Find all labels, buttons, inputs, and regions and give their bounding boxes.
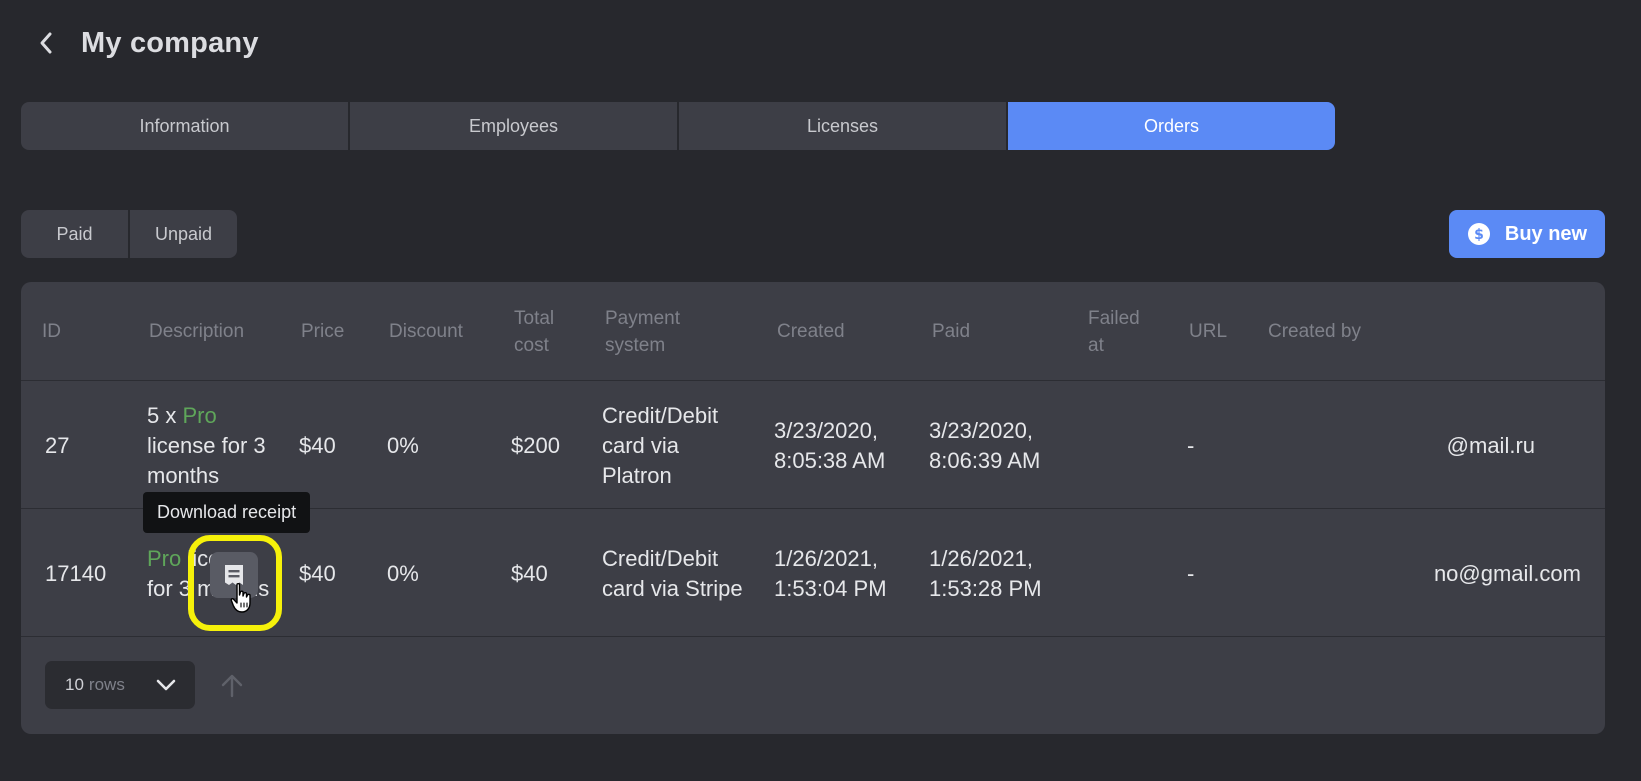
column-created-by: Created by <box>1268 321 1361 342</box>
order-discount: 0% <box>387 560 419 586</box>
order-created-by: @mail.ru <box>1446 432 1535 458</box>
order-url: - <box>1187 432 1195 458</box>
product-name: Pro <box>182 402 217 428</box>
column-total-cost: Total cost <box>514 307 555 356</box>
tab-orders[interactable]: Orders <box>1008 102 1335 150</box>
filter-unpaid[interactable]: Unpaid <box>130 210 237 258</box>
product-name: Pro <box>147 545 182 571</box>
order-paid: 1/26/2021, 1:53:28 PM <box>929 545 1042 601</box>
description-prefix: 5 x <box>147 402 183 428</box>
chevron-left-icon <box>40 32 52 54</box>
order-status-filter: Paid Unpaid <box>21 210 237 258</box>
rows-per-page-select[interactable]: 10 rows <box>45 661 195 709</box>
buy-new-label: Buy new <box>1504 222 1588 245</box>
dollar-coin-icon: $ <box>1467 223 1490 245</box>
order-payment-system: Credit/Debit card via Platron <box>602 402 719 488</box>
rows-per-page-value: 10 <box>65 675 84 694</box>
order-total-cost: $40 <box>511 560 548 586</box>
chevron-down-icon <box>156 679 176 691</box>
order-payment-system: Credit/Debit card via Stripe <box>602 545 743 601</box>
order-id: 17140 <box>45 560 107 586</box>
order-description: 5 x Pro license for 3 months <box>147 382 287 509</box>
page-title: My company <box>81 26 259 59</box>
column-failed-at: Failed at <box>1088 307 1140 356</box>
table-header: ID Description Price Discount Total cost… <box>21 282 1605 381</box>
back-button[interactable] <box>30 22 62 64</box>
column-price: Price <box>301 321 345 342</box>
column-url: URL <box>1189 321 1228 342</box>
download-receipt-tooltip: Download receipt <box>143 492 311 533</box>
tab-information[interactable]: Information <box>21 102 348 150</box>
filter-paid[interactable]: Paid <box>21 210 128 258</box>
column-paid: Paid <box>932 321 971 342</box>
column-id: ID <box>42 321 61 342</box>
table-row: 27 5 x Pro license for 3 months $40 0% $… <box>21 382 1605 509</box>
column-discount: Discount <box>389 321 463 342</box>
description-suffix: license for 3 months <box>147 432 266 488</box>
order-created: 3/23/2020, 8:05:38 AM <box>774 417 886 473</box>
svg-text:$: $ <box>1474 227 1484 243</box>
buy-new-button[interactable]: $ Buy new <box>1449 210 1605 258</box>
hand-cursor-icon <box>230 582 251 613</box>
order-url: - <box>1187 560 1195 586</box>
order-discount: 0% <box>387 432 419 458</box>
rows-per-page-unit: rows <box>88 675 125 694</box>
arrow-up-icon <box>221 674 243 698</box>
column-description: Description <box>149 321 245 342</box>
tab-employees[interactable]: Employees <box>350 102 677 150</box>
order-price: $40 <box>299 432 336 458</box>
column-payment-system: Payment system <box>605 307 680 356</box>
order-id: 27 <box>45 432 70 458</box>
order-created-by: no@gmail.com <box>1433 560 1581 586</box>
order-created: 1/26/2021, 1:53:04 PM <box>774 545 887 601</box>
scroll-to-top-button[interactable] <box>216 670 248 702</box>
column-created: Created <box>777 321 845 342</box>
order-total-cost: $200 <box>511 432 560 458</box>
tab-bar: Information Employees Licenses Orders <box>21 102 1335 150</box>
tab-licenses[interactable]: Licenses <box>679 102 1006 150</box>
page-header: My company <box>30 22 259 64</box>
order-paid: 3/23/2020, 8:06:39 AM <box>929 417 1041 473</box>
